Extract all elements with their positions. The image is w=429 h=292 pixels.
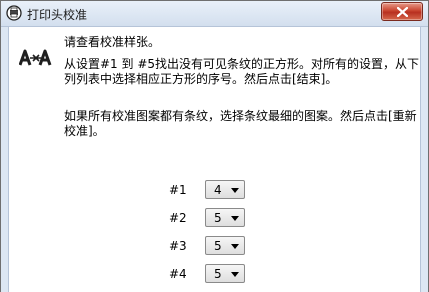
dropdown-value: 5 bbox=[214, 239, 222, 253]
dropdown-value: 5 bbox=[214, 267, 222, 281]
dialog-body: 请查看校准样张。 从设置#1 到 #5找出没有可见条纹的正方形。对所有的设置，从… bbox=[8, 27, 421, 292]
instruction-select-squares: 从设置#1 到 #5找出没有可见条纹的正方形。对所有的设置，从下列列表中选择相应… bbox=[64, 57, 420, 86]
chevron-down-icon bbox=[231, 244, 239, 249]
setting-label: #1 bbox=[169, 183, 187, 197]
setting-label: #2 bbox=[169, 211, 187, 225]
chevron-down-icon bbox=[231, 272, 239, 277]
setting-2-dropdown[interactable]: 5 bbox=[205, 208, 245, 227]
setting-label: #3 bbox=[169, 239, 187, 253]
chevron-down-icon bbox=[231, 216, 239, 221]
setting-3-dropdown[interactable]: 5 bbox=[205, 236, 245, 255]
window-title: 打印头校准 bbox=[27, 8, 88, 22]
dropdown-value: 5 bbox=[214, 211, 222, 225]
printhead-alignment-window: 打印头校准 请查看校准样张。 从设置#1 到 #5找出没有可见条纹的正方形。对所… bbox=[0, 0, 429, 292]
setting-1-dropdown[interactable]: 4 bbox=[205, 180, 245, 199]
title-bar[interactable]: 打印头校准 bbox=[1, 1, 428, 27]
setting-4-dropdown[interactable]: 5 bbox=[205, 264, 245, 283]
close-icon bbox=[397, 7, 408, 17]
dropdown-value: 4 bbox=[214, 183, 222, 197]
chevron-down-icon bbox=[231, 188, 239, 193]
instruction-check-sheet: 请查看校准样张。 bbox=[64, 35, 161, 49]
alignment-icon bbox=[18, 49, 53, 67]
setting-label: #4 bbox=[169, 267, 187, 281]
printer-icon bbox=[6, 5, 22, 21]
instruction-realign: 如果所有校准图案都有条纹，选择条纹最细的图案。然后点击[重新校准]。 bbox=[64, 109, 417, 138]
close-button[interactable] bbox=[381, 2, 423, 21]
